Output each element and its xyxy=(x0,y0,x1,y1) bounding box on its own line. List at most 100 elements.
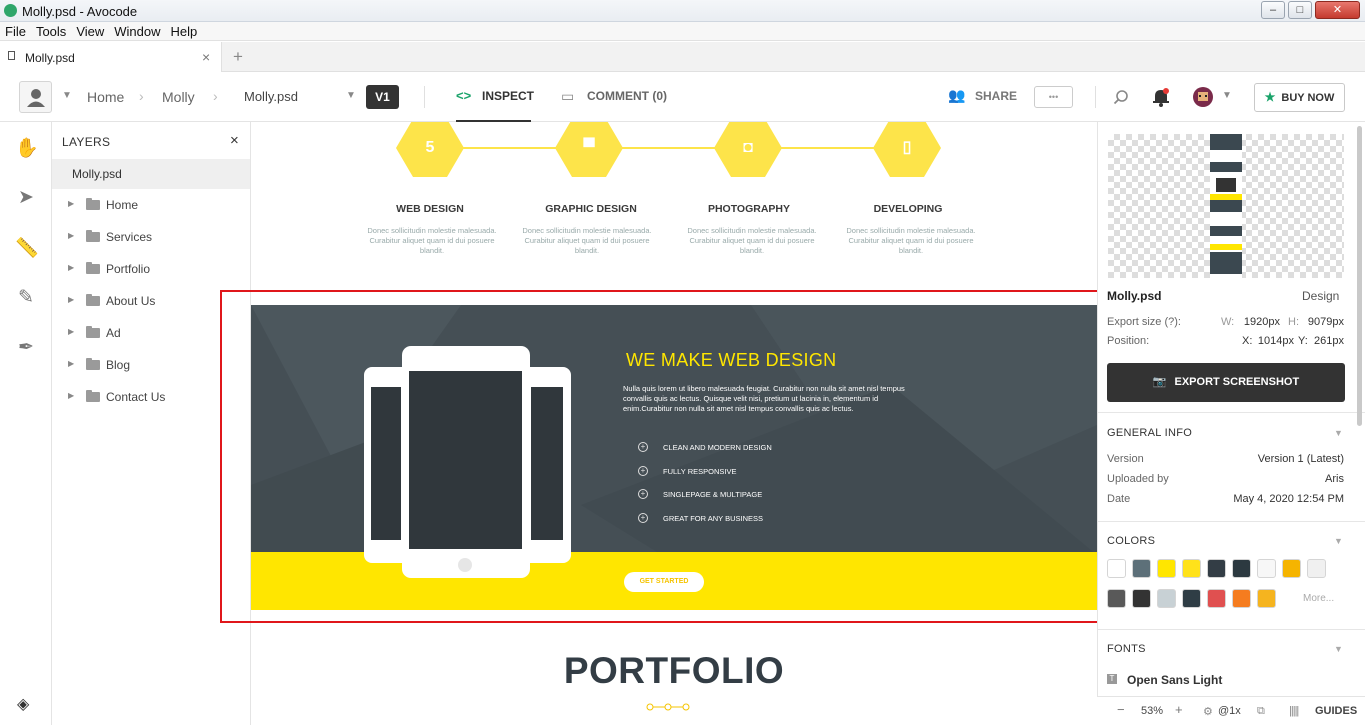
menu-help[interactable]: Help xyxy=(166,22,203,41)
layer-item[interactable]: ▶ Services xyxy=(52,221,250,253)
menu-window[interactable]: Window xyxy=(109,22,165,41)
chevron-down-icon[interactable]: ▼ xyxy=(1334,428,1343,438)
color-swatch[interactable] xyxy=(1207,559,1226,578)
pen-tool-icon[interactable]: ✒ xyxy=(15,336,37,359)
expand-icon[interactable]: ▶ xyxy=(68,391,74,400)
guides-toggle[interactable]: GUIDES xyxy=(1315,705,1357,717)
menu-tools[interactable]: Tools xyxy=(31,22,71,41)
bell-icon[interactable] xyxy=(1152,87,1170,107)
ruler-tool-icon[interactable]: 📏 xyxy=(15,236,39,260)
folder-icon xyxy=(86,326,100,338)
layer-root[interactable]: Molly.psd xyxy=(52,159,250,189)
zoom-out-button[interactable]: − xyxy=(1117,702,1125,717)
minimize-button[interactable]: – xyxy=(1261,1,1285,19)
menu-file[interactable]: File xyxy=(0,22,31,41)
color-swatch[interactable] xyxy=(1232,559,1251,578)
maximize-button[interactable]: □ xyxy=(1288,1,1312,19)
search-icon[interactable] xyxy=(1113,89,1129,105)
more-options-button[interactable]: ••• xyxy=(1034,86,1073,108)
share-button[interactable]: SHARE xyxy=(975,89,1017,103)
font-name[interactable]: Open Sans Light xyxy=(1127,673,1222,687)
breadcrumb-home[interactable]: Home xyxy=(87,89,124,105)
folder-icon xyxy=(86,294,100,306)
chevron-down-icon[interactable]: ▼ xyxy=(62,90,72,101)
color-swatch[interactable] xyxy=(1257,589,1276,608)
x-label: X: xyxy=(1242,335,1253,347)
expand-icon[interactable]: ▶ xyxy=(68,327,74,336)
title-bar: Molly.psd - Avocode – □ ✕ xyxy=(0,0,1365,22)
chevron-down-icon[interactable]: ▼ xyxy=(1334,644,1343,654)
file-tab[interactable]: Molly.psd × xyxy=(0,42,222,72)
color-swatch[interactable] xyxy=(1182,559,1201,578)
tab-comment[interactable]: COMMENT (0) xyxy=(587,89,667,103)
color-swatch[interactable] xyxy=(1207,589,1226,608)
close-layers-icon[interactable]: × xyxy=(230,132,239,149)
color-swatch[interactable] xyxy=(1132,589,1151,608)
chevron-down-icon[interactable]: ▼ xyxy=(346,90,356,101)
menu-view[interactable]: View xyxy=(71,22,109,41)
general-info-header[interactable]: GENERAL INFO xyxy=(1107,427,1192,439)
comment-icon: ▭ xyxy=(561,88,575,104)
fonts-header[interactable]: FONTS xyxy=(1107,643,1146,655)
close-window-button[interactable]: ✕ xyxy=(1315,1,1360,19)
export-screenshot-button[interactable]: 📷 EXPORT SCREENSHOT xyxy=(1107,363,1345,402)
chevron-down-icon[interactable]: ▼ xyxy=(1222,90,1232,101)
scale-value[interactable]: @1x xyxy=(1218,705,1241,717)
breadcrumb-file[interactable]: Molly.psd xyxy=(244,89,298,104)
chevron-down-icon[interactable]: ▼ xyxy=(1334,536,1343,546)
folder-icon xyxy=(86,262,100,274)
uploaded-by-value: Aris xyxy=(1325,473,1344,485)
color-swatch[interactable] xyxy=(1107,559,1126,578)
layer-label: Contact Us xyxy=(106,390,166,404)
design-thumbnail[interactable] xyxy=(1108,134,1344,278)
tab-inspect[interactable]: <> INSPECT xyxy=(456,72,535,122)
version-value: Version 1 (Latest) xyxy=(1257,453,1344,465)
avatar[interactable] xyxy=(1192,86,1214,108)
color-swatch[interactable] xyxy=(1282,559,1301,578)
color-swatch[interactable] xyxy=(1132,559,1151,578)
divider xyxy=(1098,412,1365,413)
date-label: Date xyxy=(1107,493,1131,505)
color-swatch[interactable] xyxy=(1232,589,1251,608)
buy-now-button[interactable]: ★ BUY NOW xyxy=(1254,83,1345,112)
export-label: EXPORT SCREENSHOT xyxy=(1174,376,1300,388)
panel-scrollbar[interactable] xyxy=(1357,126,1362,426)
layers-toggle-icon[interactable]: ◈ xyxy=(17,694,29,714)
service-title: PHOTOGRAPHY xyxy=(707,203,791,215)
user-icon xyxy=(27,89,45,107)
menu-bar: File Tools View Window Help xyxy=(0,22,1365,41)
app-icon xyxy=(4,4,17,17)
color-swatch[interactable] xyxy=(1307,559,1326,578)
color-swatch[interactable] xyxy=(1107,589,1126,608)
layer-item[interactable]: ▶ Home xyxy=(52,189,250,221)
user-menu-button[interactable] xyxy=(19,81,52,113)
zoom-in-button[interactable]: + xyxy=(1175,702,1183,717)
color-swatch[interactable] xyxy=(1257,559,1276,578)
expand-icon[interactable]: ▶ xyxy=(68,263,74,272)
color-swatch[interactable] xyxy=(1157,559,1176,578)
file-name: Molly.psd xyxy=(1107,289,1162,303)
close-tab-icon[interactable]: × xyxy=(202,49,210,65)
layer-item[interactable]: ▶ Portfolio xyxy=(52,253,250,285)
colors-header[interactable]: COLORS xyxy=(1107,535,1155,547)
eyedropper-icon[interactable]: ✎ xyxy=(15,286,37,309)
expand-icon[interactable]: ▶ xyxy=(68,295,74,304)
color-swatch[interactable] xyxy=(1182,589,1201,608)
service-title: DEVELOPING xyxy=(873,203,943,215)
zoom-level[interactable]: 53% xyxy=(1141,705,1163,717)
more-colors-link[interactable]: More... xyxy=(1303,593,1334,604)
settings-icon[interactable]: ⚙ xyxy=(1203,705,1213,718)
hand-tool-icon[interactable]: ✋ xyxy=(15,136,39,160)
select-tool-icon[interactable]: ➤ xyxy=(15,186,37,209)
width-label: W: xyxy=(1221,316,1235,328)
expand-icon[interactable]: ▶ xyxy=(68,231,74,240)
version-badge[interactable]: V1 xyxy=(366,85,399,109)
breadcrumb-molly[interactable]: Molly xyxy=(162,89,195,105)
mobile-icon: ▯ xyxy=(902,139,912,156)
expand-icon[interactable]: ▶ xyxy=(68,359,74,368)
new-tab-button[interactable]: + xyxy=(233,47,243,67)
expand-icon[interactable]: ▶ xyxy=(68,199,74,208)
copy-icon[interactable]: ⧉ xyxy=(1257,705,1265,718)
inspect-label: INSPECT xyxy=(482,89,535,103)
color-swatch[interactable] xyxy=(1157,589,1176,608)
